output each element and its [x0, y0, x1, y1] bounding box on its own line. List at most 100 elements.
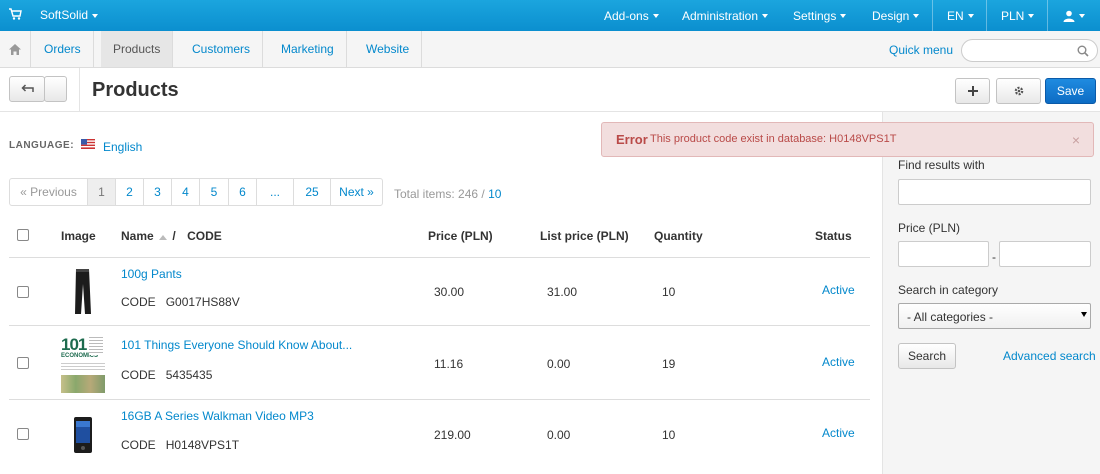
pager-page-4[interactable]: 4 — [172, 179, 200, 205]
col-status[interactable]: Status — [815, 229, 852, 243]
nav-website[interactable]: Website — [354, 31, 423, 67]
plus-icon — [967, 86, 978, 96]
product-price[interactable]: 219.00 — [434, 428, 471, 442]
product-quantity[interactable]: 19 — [662, 357, 675, 371]
col-quantity[interactable]: Quantity — [654, 229, 703, 243]
close-icon[interactable]: × — [1072, 132, 1080, 148]
select-all-checkbox[interactable] — [17, 229, 29, 241]
pager-page-1[interactable]: 1 — [88, 179, 116, 205]
advanced-search-link[interactable]: Advanced search — [1003, 349, 1096, 363]
menu-administration[interactable]: Administration — [682, 0, 769, 31]
menu-addons[interactable]: Add-ons — [604, 0, 659, 31]
currency-menu[interactable]: PLN — [986, 0, 1047, 31]
top-search-input[interactable] — [972, 40, 1082, 61]
product-quantity[interactable]: 10 — [662, 285, 675, 299]
pager-page-5[interactable]: 5 — [200, 179, 229, 205]
currency-code: PLN — [1001, 8, 1025, 23]
status-dropdown[interactable]: Active — [822, 355, 855, 369]
product-list-price[interactable]: 31.00 — [547, 285, 577, 299]
find-results-input[interactable] — [898, 179, 1091, 205]
status-dropdown[interactable]: Active — [822, 283, 855, 297]
pager-ellipsis[interactable]: ... — [257, 179, 294, 205]
menu-administration-label: Administration — [682, 8, 759, 23]
chevron-down-icon — [967, 13, 974, 18]
menu-settings[interactable]: Settings — [793, 0, 847, 31]
menu-addons-label: Add-ons — [604, 8, 649, 23]
code-value: G0017HS88V — [165, 295, 240, 309]
items-per-page-selector[interactable]: 10 — [488, 187, 501, 201]
settings-dropdown-button[interactable] — [996, 78, 1041, 104]
product-thumbnail[interactable]: 101 ECONOMICS — [61, 333, 105, 393]
language-label: LANGUAGE: — [9, 140, 75, 151]
col-price[interactable]: Price (PLN) — [428, 229, 493, 243]
history-dropdown-button[interactable] — [44, 76, 67, 102]
error-alert: Error This product code exist in databas… — [601, 122, 1094, 157]
code-label: CODE — [121, 295, 156, 309]
product-name-link[interactable]: 101 Things Everyone Should Know About... — [121, 338, 352, 352]
product-price[interactable]: 30.00 — [434, 285, 464, 299]
pager-page-3[interactable]: 3 — [144, 179, 172, 205]
nav-marketing[interactable]: Marketing — [269, 31, 347, 67]
menu-design[interactable]: Design — [872, 0, 920, 31]
language-code: EN — [947, 8, 964, 23]
book-cover-text-lines — [89, 337, 103, 355]
store-selector[interactable]: SoftSolid — [40, 8, 99, 22]
chevron-down-icon — [1079, 13, 1085, 18]
pager-page-25[interactable]: 25 — [294, 179, 331, 205]
search-icon[interactable] — [1077, 45, 1089, 57]
product-name-link[interactable]: 100g Pants — [121, 267, 182, 281]
quick-menu-link[interactable]: Quick menu — [889, 43, 953, 57]
add-product-button[interactable] — [955, 78, 990, 104]
chevron-down-icon — [840, 13, 847, 18]
user-menu[interactable] — [1047, 0, 1100, 31]
top-search[interactable] — [961, 39, 1098, 62]
nav-customers[interactable]: Customers — [180, 31, 264, 67]
price-to-input[interactable] — [999, 241, 1091, 267]
nav-orders[interactable]: Orders — [32, 31, 94, 67]
row-checkbox[interactable] — [17, 428, 29, 440]
content-language-selector[interactable]: English — [103, 140, 142, 154]
col-code-label[interactable]: CODE — [187, 229, 222, 243]
pager-page-6[interactable]: 6 — [229, 179, 257, 205]
product-list-price[interactable]: 0.00 — [547, 428, 570, 442]
header-divider — [79, 68, 80, 112]
total-items-label: Total items: 246 / — [394, 187, 485, 201]
nav-website-label: Website — [366, 42, 410, 56]
product-thumbnail[interactable] — [61, 262, 105, 322]
cart-icon[interactable] — [8, 7, 22, 21]
nav-marketing-label: Marketing — [281, 42, 334, 56]
product-list-price[interactable]: 0.00 — [547, 357, 570, 371]
row-checkbox[interactable] — [17, 286, 29, 298]
save-button[interactable]: Save — [1045, 78, 1096, 104]
price-from-input[interactable] — [898, 241, 989, 267]
product-thumbnail[interactable] — [61, 404, 105, 464]
back-arrow-icon — [21, 84, 34, 92]
sort-up-icon — [159, 235, 168, 240]
language-menu[interactable]: EN — [932, 0, 986, 31]
category-select[interactable]: - All categories - — [898, 303, 1091, 329]
col-list-price[interactable]: List price (PLN) — [540, 229, 629, 243]
code-label: CODE — [121, 368, 156, 382]
nav-products[interactable]: Products — [101, 31, 174, 67]
table-row: 100g Pants CODE G0017HS88V 30.00 31.00 1… — [9, 258, 870, 326]
col-image: Image — [61, 229, 96, 243]
product-code: CODE H0148VPS1T — [121, 438, 239, 452]
back-button[interactable] — [9, 76, 45, 102]
nav-customers-label: Customers — [192, 42, 251, 56]
nav-products-label: Products — [113, 42, 161, 56]
page-header: Products Save — [0, 68, 1100, 112]
chevron-down-icon — [1028, 13, 1035, 18]
home-button[interactable] — [0, 31, 31, 67]
status-value: Active — [822, 426, 855, 440]
status-dropdown[interactable]: Active — [822, 426, 855, 440]
product-name-link[interactable]: 16GB A Series Walkman Video MP3 — [121, 409, 314, 423]
col-name-sort[interactable]: Name / CODE — [121, 229, 222, 243]
product-quantity[interactable]: 10 — [662, 428, 675, 442]
pager-next[interactable]: Next » — [331, 179, 382, 205]
pager-page-2[interactable]: 2 — [116, 179, 144, 205]
product-price[interactable]: 11.16 — [434, 357, 463, 371]
sidebar-search-button[interactable]: Search — [898, 343, 956, 369]
items-per-page-value: 10 — [488, 187, 502, 201]
row-checkbox[interactable] — [17, 357, 29, 369]
pager-prev[interactable]: « Previous — [10, 179, 88, 205]
